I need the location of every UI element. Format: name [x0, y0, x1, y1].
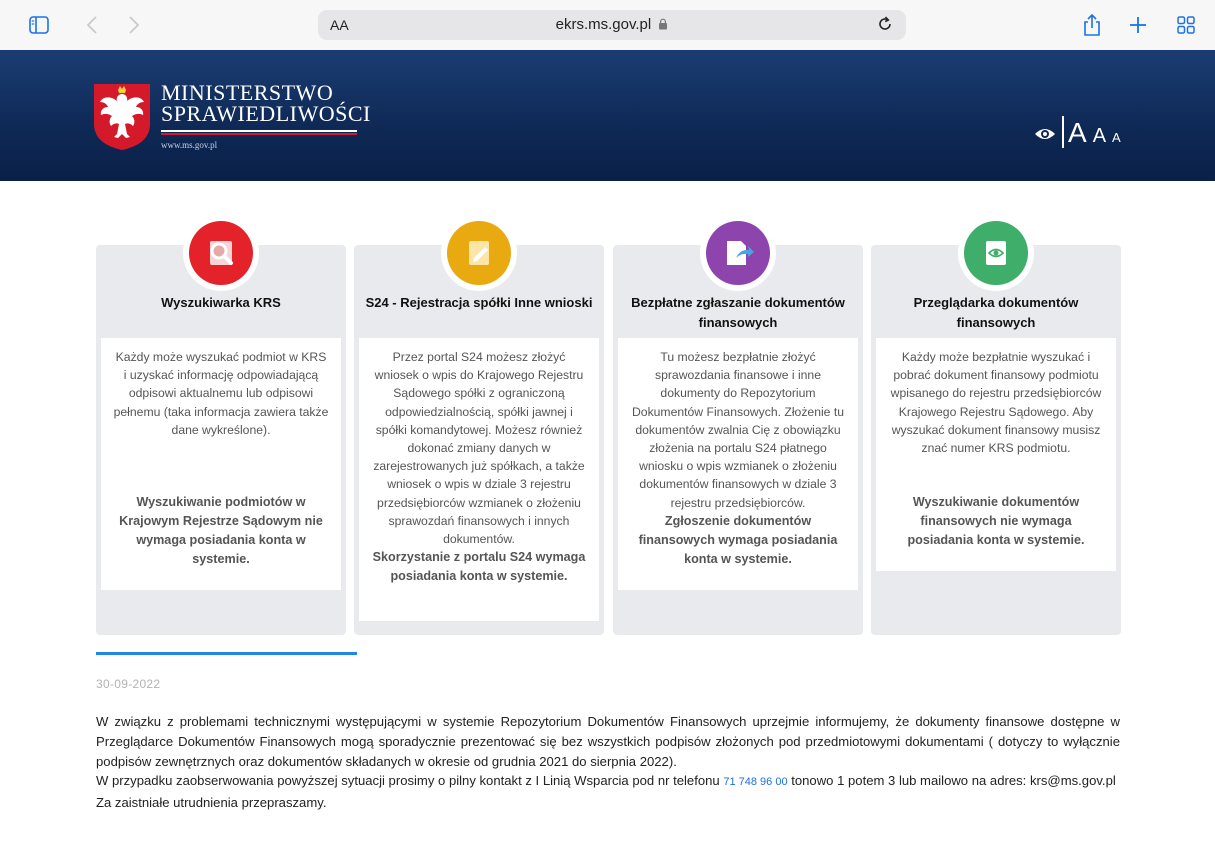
back-icon[interactable] — [84, 12, 100, 38]
card-icon-frame — [183, 215, 259, 291]
card-title[interactable]: Bezpłatne zgłaszanie dokumentów finansow… — [623, 293, 853, 333]
flag-stripe — [161, 130, 357, 135]
eye-document-icon — [964, 221, 1028, 285]
lock-icon — [659, 18, 668, 30]
document-send-icon — [706, 221, 770, 285]
card-s24-registration[interactable]: S24 - Rejestracja spółki Inne wnioski Pr… — [354, 215, 604, 635]
reload-icon[interactable] — [876, 15, 894, 38]
card-icon-frame — [700, 215, 776, 291]
card-description-box: Przez portal S24 możesz złożyć wniosek o… — [359, 338, 599, 621]
high-contrast-eye-icon[interactable] — [1034, 124, 1056, 144]
news-divider — [96, 652, 357, 655]
card-krs-search[interactable]: Wyszukiwarka KRS Każdy może wyszukać pod… — [96, 215, 346, 635]
card-description: Każdy może wyszukać podmiot w KRS i uzys… — [113, 350, 329, 437]
card-note: Wyszukiwanie podmiotów w Krajowym Rejest… — [119, 495, 323, 567]
news-notice: W związku z problemami technicznymi wyst… — [96, 712, 1120, 813]
accessibility-controls: A A A — [1034, 110, 1121, 148]
card-icon-frame — [958, 215, 1034, 291]
font-size-small-button[interactable]: A — [1112, 130, 1121, 145]
notice-paragraph-2-after: tonowo 1 potem 3 lub mailowo na adres: k… — [791, 773, 1116, 789]
notice-paragraph-2-before: W przypadku zaobserwowania powyższej syt… — [96, 773, 720, 789]
sidebar-icon[interactable] — [28, 12, 50, 38]
new-tab-icon[interactable] — [1127, 12, 1149, 38]
card-title[interactable]: Przeglądarka dokumentów finansowych — [881, 293, 1111, 333]
card-description: Każdy może bezpłatnie wyszukać i pobrać … — [890, 350, 1102, 456]
url-display[interactable]: ekrs.ms.gov.pl — [318, 16, 906, 33]
card-title[interactable]: Wyszukiwarka KRS — [106, 293, 336, 313]
font-size-large-button[interactable]: A — [1068, 118, 1087, 148]
notice-paragraph-1: W związku z problemami technicznymi wyst… — [96, 714, 1120, 769]
ministry-logo-text[interactable]: MINISTERSTWO SPRAWIEDLIWOŚCI — [161, 82, 371, 125]
card-title[interactable]: S24 - Rejestracja spółki Inne wnioski — [364, 293, 594, 313]
notice-paragraph-2: W przypadku zaobserwowania powyższej syt… — [96, 771, 1120, 793]
card-description-box: Tu możesz bezpłatnie złożyć sprawozdania… — [618, 338, 858, 590]
magnifier-icon — [189, 221, 253, 285]
polish-eagle-emblem-icon[interactable] — [94, 84, 150, 150]
card-description: Przez portal S24 możesz złożyć wniosek o… — [373, 350, 585, 547]
news-date: 30-09-2022 — [96, 677, 161, 691]
share-icon[interactable] — [1081, 12, 1103, 38]
browser-toolbar: AA ekrs.ms.gov.pl — [0, 0, 1215, 50]
forward-icon[interactable] — [126, 12, 142, 38]
accessibility-separator — [1062, 116, 1064, 148]
card-description-box: Każdy może wyszukać podmiot w KRS i uzys… — [101, 338, 341, 590]
ministry-website: www.ms.gov.pl — [161, 140, 218, 150]
pencil-document-icon — [447, 221, 511, 285]
url-text: ekrs.ms.gov.pl — [555, 16, 652, 33]
card-description-box: Każdy może bezpłatnie wyszukać i pobrać … — [876, 338, 1116, 571]
card-note: Skorzystanie z portalu S24 wymaga posiad… — [372, 550, 586, 584]
card-description: Tu możesz bezpłatnie złożyć sprawozdania… — [631, 350, 845, 510]
card-note: Wyszukiwanie dokumentów finansowych nie … — [907, 495, 1085, 548]
card-note: Zgłoszenie dokumentów finansowych wymaga… — [638, 513, 838, 566]
font-size-medium-button[interactable]: A — [1093, 125, 1106, 148]
notice-paragraph-3: Za zaistniałe utrudnienia przepraszamy. — [96, 795, 327, 811]
card-free-financial-submission[interactable]: Bezpłatne zgłaszanie dokumentów finansow… — [613, 215, 863, 635]
tab-overview-icon[interactable] — [1175, 12, 1197, 38]
phone-link[interactable]: 71 748 96 00 — [723, 776, 787, 788]
ministry-title-line2: SPRAWIEDLIWOŚCI — [161, 101, 371, 126]
card-financial-documents-browser[interactable]: Przeglądarka dokumentów finansowych Każd… — [871, 215, 1121, 635]
address-bar[interactable]: AA ekrs.ms.gov.pl — [318, 10, 906, 40]
card-icon-frame — [441, 215, 517, 291]
